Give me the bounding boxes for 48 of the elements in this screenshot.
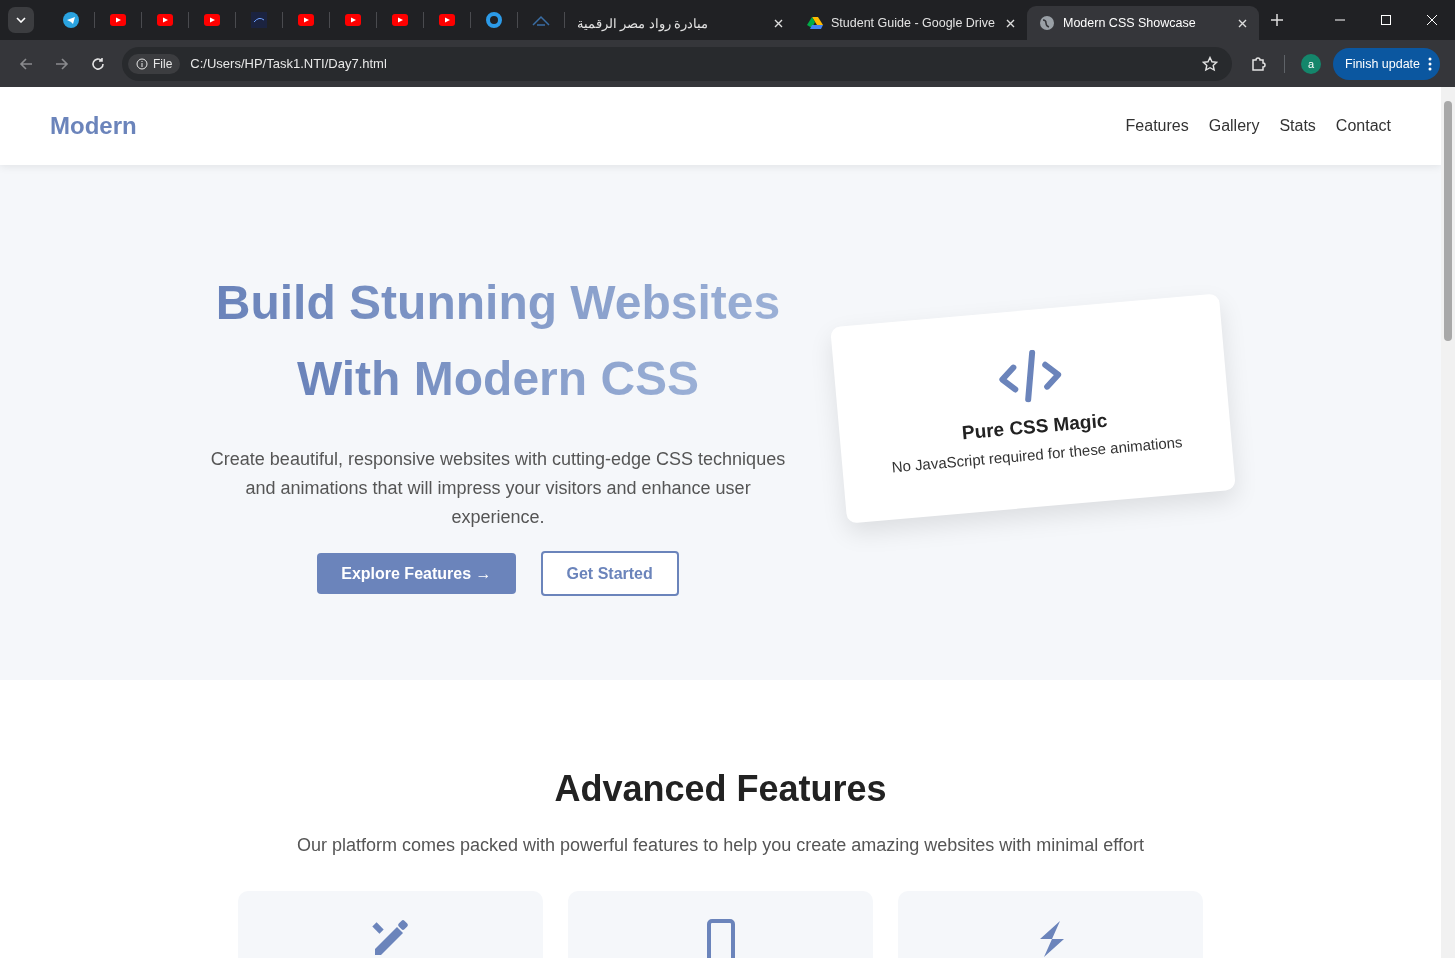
globe-icon (1039, 15, 1055, 31)
video-app-icon[interactable] (345, 14, 361, 26)
card-title: Pure CSS Magic (961, 409, 1109, 445)
chevron-down-icon (16, 17, 26, 23)
section-heading: Advanced Features (554, 768, 887, 810)
drive-icon (807, 16, 823, 30)
close-tab-icon[interactable] (1238, 18, 1247, 28)
scrollbar-thumb[interactable] (1444, 101, 1452, 341)
nav-link[interactable]: Features (1125, 117, 1189, 135)
video-app-icon[interactable] (204, 14, 220, 26)
url-text: C:/Users/HP/Task1.NTI/Day7.html (190, 56, 387, 71)
ring-icon[interactable] (486, 12, 502, 28)
info-icon (136, 57, 148, 70)
profile-avatar[interactable]: a (1301, 53, 1321, 74)
site-logo[interactable]: Modern (50, 112, 137, 140)
close-tab-icon[interactable] (1006, 18, 1015, 28)
new-tab-icon[interactable] (1271, 14, 1283, 26)
video-app-icon[interactable] (110, 14, 126, 26)
video-app-icon[interactable] (298, 14, 314, 26)
phone-icon (706, 919, 735, 958)
address-bar[interactable]: File C:/Users/HP/Task1.NTI/Day7.html (122, 46, 1232, 81)
browser-tab[interactable]: Student Guide - Google Drive (795, 6, 1027, 40)
file-label: File (153, 56, 173, 71)
close-tab-icon[interactable] (774, 18, 783, 28)
explore-features-button[interactable]: Explore Features → (317, 553, 516, 594)
nav-link[interactable]: Contact (1335, 117, 1391, 135)
paper-plane-icon[interactable] (63, 12, 79, 28)
tab-search-button[interactable] (8, 7, 34, 33)
star-icon[interactable] (1202, 55, 1218, 72)
thumbnail-icon[interactable] (251, 12, 267, 28)
finish-update-button[interactable]: Finish update (1333, 47, 1441, 80)
nav-link[interactable]: Gallery (1208, 117, 1260, 135)
video-app-icon[interactable] (157, 14, 173, 26)
pencil-ruler-icon (370, 919, 411, 958)
nav-link[interactable]: Stats (1279, 117, 1316, 135)
browser-tab[interactable]: Modern CSS Showcase (1027, 6, 1259, 40)
browser-tab[interactable]: مبادرة رواد مصر الرقمية (565, 6, 795, 40)
more-icon (1428, 56, 1433, 71)
video-app-icon[interactable] (439, 14, 455, 26)
puzzle-icon[interactable] (1250, 54, 1268, 73)
section-subtitle: Our platform comes packed with powerful features to help you create amazing websites with minimal effort (296, 835, 1145, 856)
figure-icon[interactable] (532, 14, 550, 26)
get-started-button[interactable]: Get Started (540, 551, 679, 596)
hero-description: Create beautiful, responsive websites with cutting-edge CSS techniques and animations that will impress your visitors and enhance user experience. (209, 448, 787, 529)
video-app-icon[interactable] (392, 14, 408, 26)
back-arrow-icon[interactable] (19, 57, 33, 70)
forward-arrow-icon[interactable] (55, 57, 69, 70)
reload-icon[interactable] (91, 56, 105, 71)
